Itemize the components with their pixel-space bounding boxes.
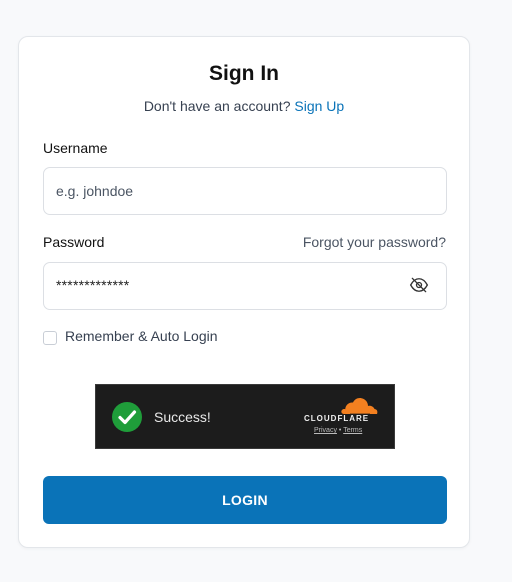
sign-up-link[interactable]: Sign Up bbox=[294, 98, 344, 114]
signup-prompt: Don't have an account? Sign Up bbox=[19, 98, 469, 114]
privacy-link[interactable]: Privacy bbox=[314, 427, 337, 434]
terms-link[interactable]: Terms bbox=[343, 427, 362, 434]
page-title: Sign In bbox=[209, 62, 279, 85]
username-label: Username bbox=[43, 140, 108, 156]
link-separator: • bbox=[338, 427, 342, 434]
signup-prompt-text: Don't have an account? bbox=[143, 98, 295, 114]
sign-in-card: Sign In Don't have an account? Sign Up U… bbox=[18, 36, 470, 548]
remember-checkbox[interactable] bbox=[43, 331, 57, 345]
captcha-links: Privacy • Terms bbox=[314, 427, 362, 434]
cloudflare-cloud-icon bbox=[341, 398, 378, 415]
password-value: ************* bbox=[56, 277, 130, 293]
forgot-password-link[interactable]: Forgot your password? bbox=[303, 234, 446, 250]
remember-label[interactable]: Remember & Auto Login bbox=[65, 328, 218, 344]
password-label: Password bbox=[43, 234, 105, 250]
username-input[interactable] bbox=[43, 167, 447, 215]
captcha-status: Success! bbox=[154, 409, 211, 425]
cloudflare-brand: CLOUDFLARE bbox=[304, 414, 370, 423]
captcha-widget[interactable]: Success! CLOUDFLARE Privacy • Terms bbox=[95, 384, 395, 449]
check-circle-icon bbox=[112, 402, 142, 432]
login-button[interactable]: LOGIN bbox=[43, 476, 447, 524]
eye-off-icon[interactable] bbox=[409, 276, 429, 294]
